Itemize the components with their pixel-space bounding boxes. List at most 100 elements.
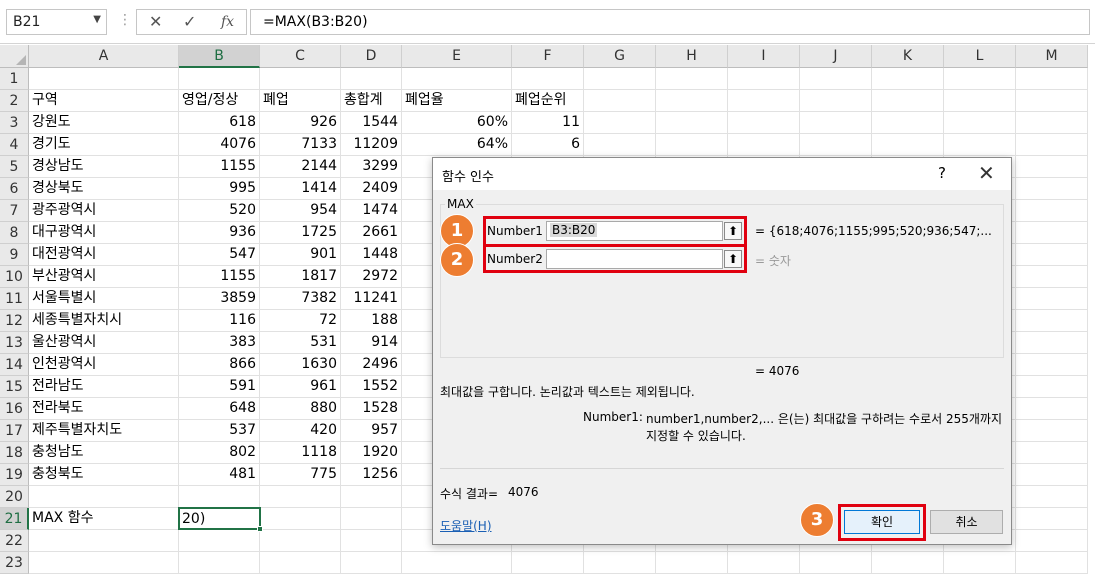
cell-d21[interactable] (341, 508, 402, 530)
cell-b15[interactable]: 591 (179, 376, 260, 398)
row-header-4[interactable]: 4 (0, 134, 29, 156)
select-all-corner[interactable] (0, 45, 29, 68)
row-header-2[interactable]: 2 (0, 90, 29, 112)
cell-b23[interactable] (179, 552, 260, 574)
row-header-23[interactable]: 23 (0, 552, 29, 574)
cell-d13[interactable]: 914 (341, 332, 402, 354)
cell-c12[interactable]: 72 (260, 310, 341, 332)
cell-d23[interactable] (341, 552, 402, 574)
cell-f23[interactable] (512, 552, 584, 574)
cell-h3[interactable] (656, 112, 728, 134)
cell-b11[interactable]: 3859 (179, 288, 260, 310)
col-header-a[interactable]: A (29, 45, 179, 68)
row-header-21[interactable]: 21 (0, 508, 29, 530)
cell-c16[interactable]: 880 (260, 398, 341, 420)
row-header-10[interactable]: 10 (0, 266, 29, 288)
cell-k23[interactable] (872, 552, 944, 574)
cell-d2[interactable]: 총합계 (341, 90, 402, 112)
cell-c4[interactable]: 7133 (260, 134, 341, 156)
help-icon[interactable]: ? (938, 164, 946, 182)
cell-m13[interactable] (1016, 332, 1088, 354)
cell-c18[interactable]: 1118 (260, 442, 341, 464)
col-header-g[interactable]: G (584, 45, 656, 68)
cell-b8[interactable]: 936 (179, 222, 260, 244)
cell-c3[interactable]: 926 (260, 112, 341, 134)
cell-j1[interactable] (800, 68, 872, 90)
cell-c8[interactable]: 1725 (260, 222, 341, 244)
cell-m20[interactable] (1016, 486, 1088, 508)
cell-a2[interactable]: 구역 (29, 90, 179, 112)
cell-a19[interactable]: 충청북도 (29, 464, 179, 486)
cell-l2[interactable] (944, 90, 1016, 112)
row-header-18[interactable]: 18 (0, 442, 29, 464)
cell-b2[interactable]: 영업/정상 (179, 90, 260, 112)
cell-d22[interactable] (341, 530, 402, 552)
cell-f2[interactable]: 폐업순위 (512, 90, 584, 112)
cell-h2[interactable] (656, 90, 728, 112)
cell-d10[interactable]: 2972 (341, 266, 402, 288)
cell-k4[interactable] (872, 134, 944, 156)
active-cell-b21[interactable]: 20) (178, 507, 261, 530)
cell-m18[interactable] (1016, 442, 1088, 464)
row-header-13[interactable]: 13 (0, 332, 29, 354)
cell-b16[interactable]: 648 (179, 398, 260, 420)
cell-l23[interactable] (944, 552, 1016, 574)
cell-l3[interactable] (944, 112, 1016, 134)
row-header-14[interactable]: 14 (0, 354, 29, 376)
row-header-1[interactable]: 1 (0, 68, 29, 90)
cell-c7[interactable]: 954 (260, 200, 341, 222)
cell-c11[interactable]: 7382 (260, 288, 341, 310)
cell-e2[interactable]: 폐업율 (402, 90, 512, 112)
cell-b3[interactable]: 618 (179, 112, 260, 134)
cell-c1[interactable] (260, 68, 341, 90)
cell-m17[interactable] (1016, 420, 1088, 442)
cell-f3[interactable]: 11 (512, 112, 584, 134)
cell-m6[interactable] (1016, 178, 1088, 200)
cell-k2[interactable] (872, 90, 944, 112)
cell-a5[interactable]: 경상남도 (29, 156, 179, 178)
cell-b1[interactable] (179, 68, 260, 90)
cell-d7[interactable]: 1474 (341, 200, 402, 222)
col-header-d[interactable]: D (341, 45, 402, 68)
cell-a10[interactable]: 부산광역시 (29, 266, 179, 288)
cell-m14[interactable] (1016, 354, 1088, 376)
cell-c21[interactable] (260, 508, 341, 530)
close-icon[interactable]: ✕ (978, 161, 995, 185)
row-header-20[interactable]: 20 (0, 486, 29, 508)
cell-m8[interactable] (1016, 222, 1088, 244)
cell-g4[interactable] (584, 134, 656, 156)
cell-d6[interactable]: 2409 (341, 178, 402, 200)
cell-e1[interactable] (402, 68, 512, 90)
row-header-6[interactable]: 6 (0, 178, 29, 200)
cell-m9[interactable] (1016, 244, 1088, 266)
cell-d14[interactable]: 2496 (341, 354, 402, 376)
cell-a11[interactable]: 서울특별시 (29, 288, 179, 310)
col-header-c[interactable]: C (260, 45, 341, 68)
cell-d11[interactable]: 11241 (341, 288, 402, 310)
cell-b22[interactable] (179, 530, 260, 552)
cell-m1[interactable] (1016, 68, 1088, 90)
name-box[interactable]: B21 ▼ (6, 9, 107, 35)
cell-c20[interactable] (260, 486, 341, 508)
row-header-9[interactable]: 9 (0, 244, 29, 266)
cell-b4[interactable]: 4076 (179, 134, 260, 156)
cell-m11[interactable] (1016, 288, 1088, 310)
cell-b10[interactable]: 1155 (179, 266, 260, 288)
cell-c10[interactable]: 1817 (260, 266, 341, 288)
cell-m22[interactable] (1016, 530, 1088, 552)
row-header-3[interactable]: 3 (0, 112, 29, 134)
row-header-12[interactable]: 12 (0, 310, 29, 332)
cell-b6[interactable]: 995 (179, 178, 260, 200)
cell-c6[interactable]: 1414 (260, 178, 341, 200)
col-header-k[interactable]: K (872, 45, 944, 68)
cell-a14[interactable]: 인천광역시 (29, 354, 179, 376)
cell-c13[interactable]: 531 (260, 332, 341, 354)
row-header-8[interactable]: 8 (0, 222, 29, 244)
cell-b17[interactable]: 537 (179, 420, 260, 442)
cell-a18[interactable]: 충청남도 (29, 442, 179, 464)
cell-g3[interactable] (584, 112, 656, 134)
cell-c9[interactable]: 901 (260, 244, 341, 266)
cell-l4[interactable] (944, 134, 1016, 156)
row-header-7[interactable]: 7 (0, 200, 29, 222)
cell-c22[interactable] (260, 530, 341, 552)
